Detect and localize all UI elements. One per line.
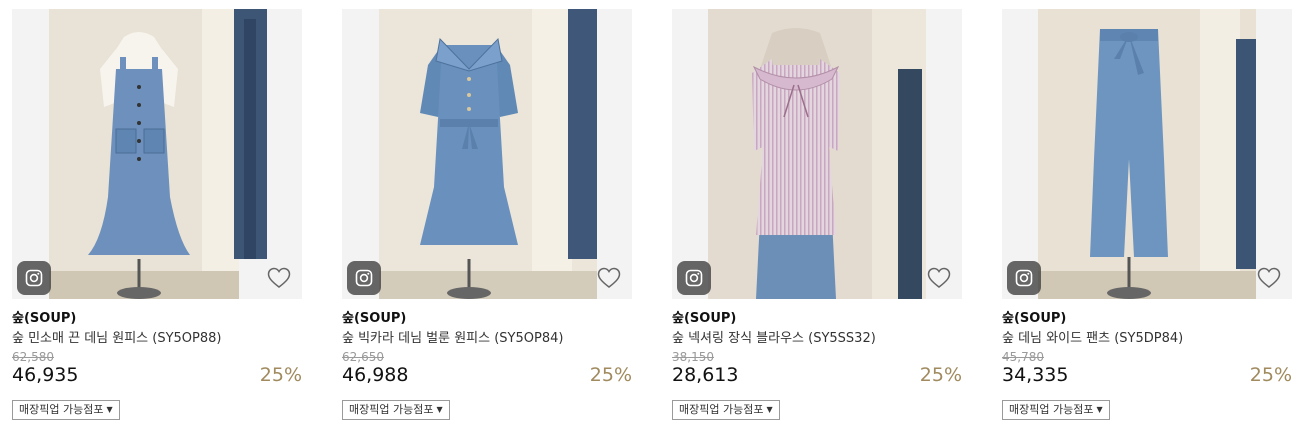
product-image[interactable] xyxy=(342,9,632,299)
brand-name[interactable]: 숲(SOUP) xyxy=(342,307,406,326)
sale-price: 46,935 xyxy=(12,364,79,386)
instagram-icon[interactable] xyxy=(17,261,51,295)
chevron-down-icon: ▼ xyxy=(436,405,443,414)
discount-rate: 25% xyxy=(1249,364,1292,386)
brand-name[interactable]: 숲(SOUP) xyxy=(672,307,736,326)
heart-icon[interactable] xyxy=(927,267,951,289)
store-pickup-label: 매장픽업 가능점포 xyxy=(19,403,104,416)
chevron-down-icon: ▼ xyxy=(106,405,113,414)
sale-price: 28,613 xyxy=(672,364,739,386)
store-pickup-dropdown[interactable]: 매장픽업 가능점포 ▼ xyxy=(672,400,780,420)
product-name[interactable]: 숲 빅카라 데님 벌룬 원피스 (SY5OP84) xyxy=(342,327,563,346)
product-image[interactable] xyxy=(12,9,302,299)
discount-rate: 25% xyxy=(589,364,632,386)
brand-name[interactable]: 숲(SOUP) xyxy=(12,307,76,326)
store-pickup-dropdown[interactable]: 매장픽업 가능점포 ▼ xyxy=(1002,400,1110,420)
product-card[interactable]: 숲(SOUP) 숲 민소매 끈 데님 원피스 (SY5OP88) 62,580 … xyxy=(12,0,302,447)
heart-icon[interactable] xyxy=(1257,267,1281,289)
original-price: 62,650 xyxy=(342,350,384,364)
heart-icon[interactable] xyxy=(267,267,291,289)
sale-price: 34,335 xyxy=(1002,364,1069,386)
store-pickup-dropdown[interactable]: 매장픽업 가능점포 ▼ xyxy=(342,400,450,420)
discount-rate: 25% xyxy=(919,364,962,386)
product-card[interactable]: 숲(SOUP) 숲 빅카라 데님 벌룬 원피스 (SY5OP84) 62,650… xyxy=(342,0,632,447)
instagram-icon[interactable] xyxy=(677,261,711,295)
product-card[interactable]: 숲(SOUP) 숲 데님 와이드 팬츠 (SY5DP84) 45,780 34,… xyxy=(1002,0,1292,447)
original-price: 38,150 xyxy=(672,350,714,364)
store-pickup-dropdown[interactable]: 매장픽업 가능점포 ▼ xyxy=(12,400,120,420)
store-pickup-label: 매장픽업 가능점포 xyxy=(349,403,434,416)
discount-rate: 25% xyxy=(259,364,302,386)
product-grid: 숲(SOUP) 숲 민소매 끈 데님 원피스 (SY5OP88) 62,580 … xyxy=(0,0,1307,447)
instagram-icon[interactable] xyxy=(347,261,381,295)
product-name[interactable]: 숲 넥셔링 장식 블라우스 (SY5SS32) xyxy=(672,327,876,346)
instagram-icon[interactable] xyxy=(1007,261,1041,295)
store-pickup-label: 매장픽업 가능점포 xyxy=(679,403,764,416)
product-name[interactable]: 숲 민소매 끈 데님 원피스 (SY5OP88) xyxy=(12,327,221,346)
brand-name[interactable]: 숲(SOUP) xyxy=(1002,307,1066,326)
sale-price: 46,988 xyxy=(342,364,409,386)
product-image[interactable] xyxy=(1002,9,1292,299)
original-price: 45,780 xyxy=(1002,350,1044,364)
chevron-down-icon: ▼ xyxy=(1096,405,1103,414)
original-price: 62,580 xyxy=(12,350,54,364)
product-image[interactable] xyxy=(672,9,962,299)
product-name[interactable]: 숲 데님 와이드 팬츠 (SY5DP84) xyxy=(1002,327,1183,346)
chevron-down-icon: ▼ xyxy=(766,405,773,414)
store-pickup-label: 매장픽업 가능점포 xyxy=(1009,403,1094,416)
product-card[interactable]: 숲(SOUP) 숲 넥셔링 장식 블라우스 (SY5SS32) 38,150 2… xyxy=(672,0,962,447)
heart-icon[interactable] xyxy=(597,267,621,289)
